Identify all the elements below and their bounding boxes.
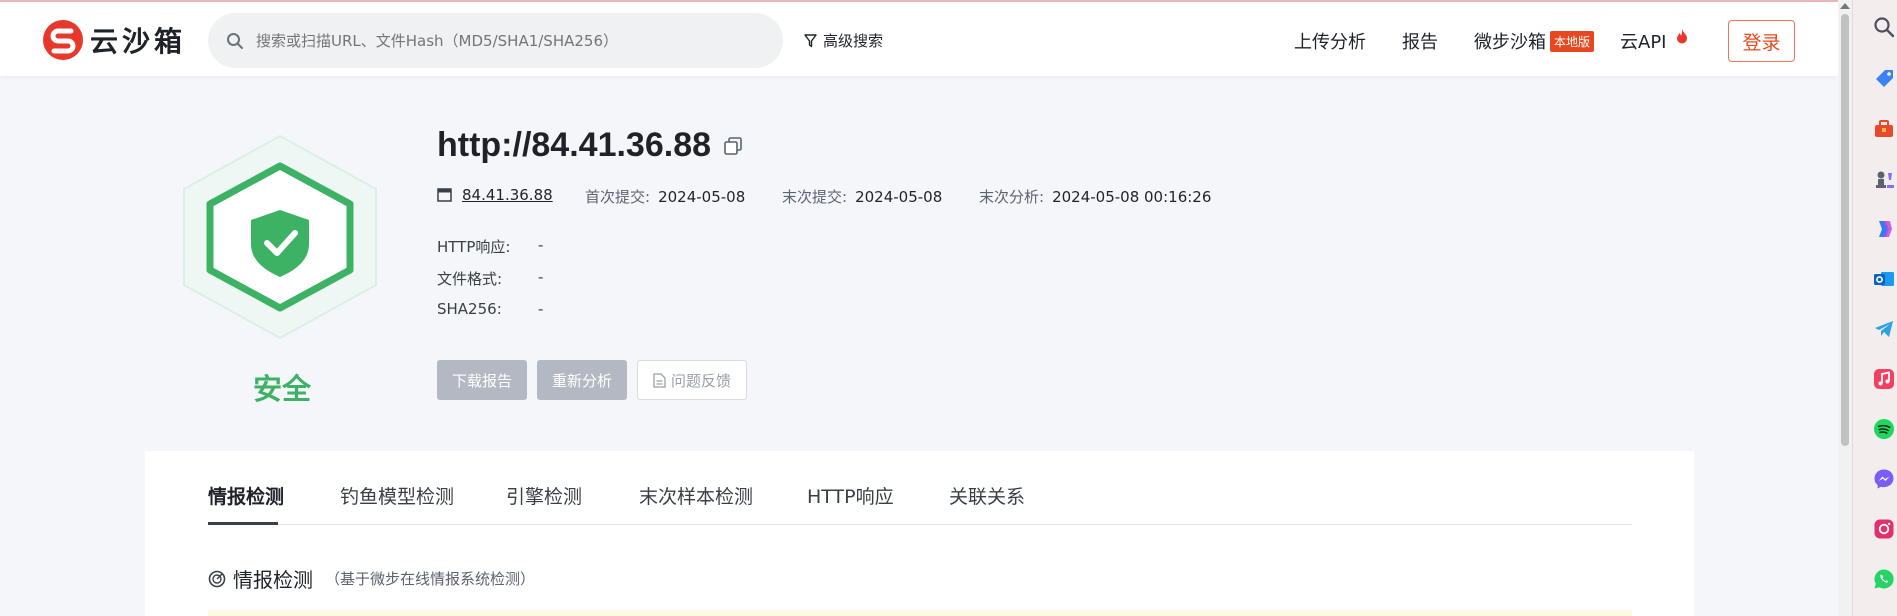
- nav-sandbox-label: 微步沙箱: [1474, 32, 1546, 53]
- verdict-label: 安全: [253, 372, 312, 406]
- feedback-label: 问题反馈: [670, 371, 731, 390]
- http-response-value: -: [538, 236, 544, 254]
- browser-window-icon: [437, 188, 452, 202]
- login-button[interactable]: 登录: [1728, 20, 1795, 62]
- file-format-label: 文件格式:: [437, 270, 503, 288]
- last-analysis-value: 2024-05-08 00:16:26: [1052, 187, 1212, 206]
- download-report-button[interactable]: 下载报告: [437, 360, 527, 400]
- filter-icon: [804, 33, 817, 47]
- tab-phishing-model[interactable]: 钓鱼模型检测: [340, 482, 454, 509]
- last-analysis: 末次分析: 2024-05-08 00:16:26: [979, 186, 1211, 207]
- shield-hexagon-icon: [183, 134, 377, 340]
- first-submit-value: 2024-05-08: [658, 187, 746, 206]
- section-header: 情报检测 （基于微步在线情报系统检测）: [208, 564, 535, 593]
- local-edition-badge: 本地版: [1550, 31, 1595, 52]
- first-submit: 首次提交: 2024-05-08: [585, 186, 745, 207]
- host-link[interactable]: 84.41.36.88: [437, 186, 553, 204]
- search-input[interactable]: [256, 31, 736, 50]
- page-title: http://84.41.36.88: [437, 126, 743, 165]
- first-submit-label: 首次提交:: [585, 188, 651, 206]
- tab-http-response[interactable]: HTTP响应: [807, 482, 894, 509]
- sha256-label: SHA256:: [437, 300, 502, 318]
- tab-relations[interactable]: 关联关系: [949, 482, 1025, 509]
- music-icon[interactable]: [1871, 366, 1897, 392]
- active-tab-indicator: [208, 522, 278, 525]
- verdict-badge: [178, 132, 382, 342]
- reanalyze-button[interactable]: 重新分析: [537, 360, 627, 400]
- messenger-icon[interactable]: [1871, 466, 1897, 492]
- nav-cloud-api-label: 云API: [1620, 32, 1667, 53]
- last-submit: 末次提交: 2024-05-08: [782, 186, 942, 207]
- advanced-search-label: 高级搜索: [823, 32, 884, 50]
- instagram-icon[interactable]: [1871, 516, 1897, 542]
- section-title: 情报检测: [233, 568, 313, 592]
- whatsapp-icon[interactable]: [1871, 566, 1897, 592]
- analyzed-url: http://84.41.36.88: [437, 126, 712, 164]
- section-subtitle: （基于微步在线情报系统检测）: [325, 570, 536, 588]
- chess-icon[interactable]: [1871, 166, 1897, 192]
- logo-text: 云沙箱: [90, 25, 187, 58]
- tab-last-sample[interactable]: 末次样本检测: [639, 482, 753, 509]
- sha256-value: -: [538, 300, 544, 318]
- scroll-up-arrow-icon[interactable]: [1840, 3, 1850, 9]
- spotify-icon[interactable]: [1871, 416, 1897, 442]
- nav-sandbox[interactable]: 微步沙箱 本地版: [1474, 28, 1595, 54]
- file-format-row: 文件格式: -: [437, 268, 543, 289]
- toolbox-icon[interactable]: [1871, 116, 1897, 142]
- scrollbar-thumb[interactable]: [1841, 14, 1849, 446]
- document-edit-icon: [653, 372, 666, 388]
- search-icon: [227, 32, 243, 49]
- fire-icon: [1677, 29, 1688, 44]
- tab-engine-detection[interactable]: 引擎检测: [506, 482, 582, 509]
- logo-icon: [43, 20, 83, 60]
- search-icon[interactable]: [1871, 14, 1897, 40]
- nav-cloud-api[interactable]: 云API: [1620, 28, 1688, 54]
- host-link-text: 84.41.36.88: [462, 186, 553, 204]
- copy-icon[interactable]: [723, 136, 743, 156]
- file-format-value: -: [538, 268, 544, 286]
- last-analysis-label: 末次分析:: [979, 188, 1045, 206]
- feedback-button[interactable]: 问题反馈: [637, 360, 747, 400]
- http-response-label: HTTP响应:: [437, 238, 511, 256]
- radar-icon: [208, 570, 226, 587]
- logo[interactable]: 云沙箱: [42, 18, 186, 62]
- browser-sidebar: [1852, 0, 1897, 616]
- outlook-icon[interactable]: [1871, 266, 1897, 292]
- top-navigation-bar: 云沙箱 高级搜索 上传分析 报告 微步沙箱本地版 云API 登录: [0, 0, 1838, 76]
- alert-strip: [208, 610, 1632, 616]
- last-submit-value: 2024-05-08: [855, 187, 943, 206]
- copilot-icon[interactable]: [1871, 216, 1897, 242]
- page-scrollbar[interactable]: [1838, 0, 1852, 616]
- last-submit-label: 末次提交:: [782, 188, 848, 206]
- tab-divider: [208, 524, 1632, 525]
- nav-upload-analysis[interactable]: 上传分析: [1294, 28, 1366, 54]
- nav-report[interactable]: 报告: [1402, 28, 1438, 54]
- tab-intel-detection[interactable]: 情报检测: [208, 482, 284, 509]
- tag-icon[interactable]: [1871, 65, 1897, 91]
- search-bar[interactable]: [208, 13, 783, 68]
- sha256-row: SHA256: -: [437, 300, 543, 318]
- advanced-search-button[interactable]: 高级搜索: [804, 30, 883, 51]
- http-response-row: HTTP响应: -: [437, 236, 543, 257]
- telegram-icon[interactable]: [1871, 316, 1897, 342]
